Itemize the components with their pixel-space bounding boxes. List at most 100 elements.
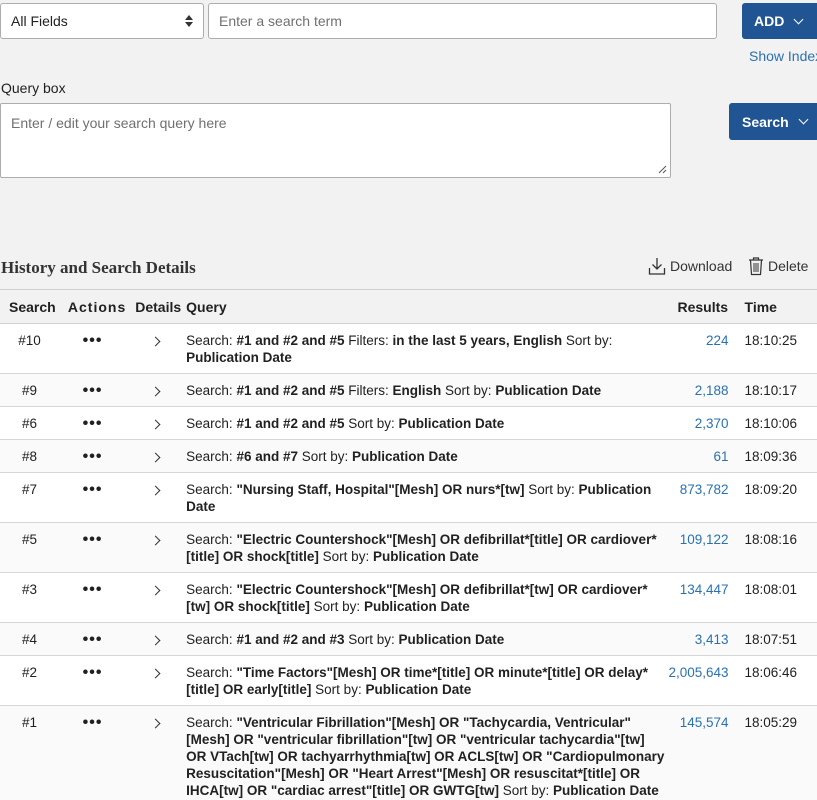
- actions-menu-button[interactable]: •••: [58, 622, 127, 656]
- add-button[interactable]: ADD: [742, 3, 817, 39]
- results-link[interactable]: 873,782: [680, 482, 729, 497]
- actions-menu-button[interactable]: •••: [58, 572, 127, 623]
- more-dots-icon: •••: [82, 581, 103, 598]
- results-link[interactable]: 2,188: [695, 383, 729, 398]
- query-box-input[interactable]: [0, 103, 671, 178]
- table-row: #4 ••• Search: #1 and #2 and #3 Sort by: P…: [0, 622, 817, 656]
- details-toggle[interactable]: [126, 522, 185, 573]
- actions-menu-button[interactable]: •••: [58, 472, 127, 523]
- details-toggle[interactable]: [126, 472, 185, 523]
- column-header-time: Time: [736, 289, 817, 324]
- details-toggle[interactable]: [126, 439, 185, 473]
- download-button[interactable]: Download: [648, 256, 732, 276]
- query-text: Search: #1 and #2 and #3 Sort by: Public…: [184, 622, 669, 656]
- more-dots-icon: •••: [82, 448, 103, 465]
- table-row: #7 ••• Search: "Nursing Staff, Hospital"[M…: [0, 472, 817, 523]
- history-table-header: Search Actions Details Query Results Tim…: [0, 289, 817, 324]
- search-time: 18:08:16: [736, 522, 817, 573]
- search-time: 18:09:20: [736, 472, 817, 523]
- results-link[interactable]: 2,005,643: [668, 665, 728, 680]
- field-select[interactable]: All Fields: [0, 3, 204, 39]
- details-toggle[interactable]: [126, 622, 185, 656]
- details-toggle[interactable]: [126, 323, 185, 374]
- table-row: #2 ••• Search: "Time Factors"[Mesh] OR tim…: [0, 655, 817, 706]
- column-header-query: Query: [184, 289, 669, 324]
- results-count: 3,413: [668, 622, 737, 656]
- chevron-right-icon: [150, 585, 161, 596]
- details-toggle[interactable]: [126, 572, 185, 623]
- more-dots-icon: •••: [82, 415, 103, 432]
- search-button-label: Search: [742, 113, 789, 130]
- search-time: 18:06:46: [736, 655, 817, 706]
- table-row: #9 ••• Search: #1 and #2 and #5 Filters: E…: [0, 373, 817, 407]
- column-header-search: Search: [0, 289, 59, 324]
- download-icon: [648, 258, 666, 275]
- details-toggle[interactable]: [126, 406, 185, 440]
- search-time: 18:07:51: [736, 622, 817, 656]
- results-link[interactable]: 224: [706, 333, 729, 348]
- results-count: 2,370: [668, 406, 737, 440]
- chevron-right-icon: [150, 668, 161, 679]
- results-count: 2,188: [668, 373, 737, 407]
- results-link[interactable]: 2,370: [695, 416, 729, 431]
- more-dots-icon: •••: [82, 631, 103, 648]
- show-index-link[interactable]: Show Index: [749, 48, 817, 64]
- results-link[interactable]: 109,122: [680, 532, 729, 547]
- column-header-actions: Actions: [58, 289, 127, 324]
- chevron-right-icon: [150, 336, 161, 347]
- actions-menu-button[interactable]: •••: [58, 522, 127, 573]
- results-count: 61: [668, 439, 737, 473]
- results-link[interactable]: 145,574: [680, 715, 729, 730]
- chevron-right-icon: [150, 718, 161, 729]
- actions-menu-button[interactable]: •••: [58, 439, 127, 473]
- delete-label: Delete: [768, 258, 809, 274]
- results-count: 2,005,643: [668, 655, 737, 706]
- actions-menu-button[interactable]: •••: [58, 323, 127, 374]
- chevron-down-icon[interactable]: [798, 114, 809, 125]
- history-table-body: #10 ••• Search: #1 and #2 and #5 Filters: …: [0, 323, 817, 800]
- table-row: #3 ••• Search: "Electric Countershock"[Mes…: [0, 572, 817, 623]
- chevron-right-icon: [150, 452, 161, 463]
- results-link[interactable]: 134,447: [680, 582, 729, 597]
- chevron-right-icon: [150, 419, 161, 430]
- search-number: #7: [0, 472, 59, 523]
- results-link[interactable]: 61: [713, 449, 728, 464]
- details-toggle[interactable]: [126, 705, 185, 800]
- details-toggle[interactable]: [126, 655, 185, 706]
- search-time: 18:10:17: [736, 373, 817, 407]
- query-box-label: Query box: [1, 80, 66, 96]
- results-link[interactable]: 3,413: [695, 632, 729, 647]
- more-dots-icon: •••: [82, 714, 103, 731]
- results-count: 873,782: [668, 472, 737, 523]
- actions-menu-button[interactable]: •••: [58, 373, 127, 407]
- search-number: #4: [0, 622, 59, 656]
- search-number: #6: [0, 406, 59, 440]
- search-term-input[interactable]: [208, 3, 717, 39]
- search-time: 18:10:25: [736, 323, 817, 374]
- field-select-value: All Fields: [11, 13, 68, 29]
- actions-menu-button[interactable]: •••: [58, 705, 127, 800]
- details-toggle[interactable]: [126, 373, 185, 407]
- search-time: 18:10:06: [736, 406, 817, 440]
- search-number: #9: [0, 373, 59, 407]
- download-label: Download: [670, 258, 733, 274]
- results-count: 109,122: [668, 522, 737, 573]
- actions-menu-button[interactable]: •••: [58, 655, 127, 706]
- history-table: Search Actions Details Query Results Tim…: [0, 289, 817, 800]
- query-text: Search: "Electric Countershock"[Mesh] OR…: [184, 572, 669, 623]
- actions-menu-button[interactable]: •••: [58, 406, 127, 440]
- more-dots-icon: •••: [82, 664, 103, 681]
- table-row: #5 ••• Search: "Electric Countershock"[Mes…: [0, 522, 817, 573]
- search-button[interactable]: Search: [729, 103, 817, 140]
- column-header-details: Details: [126, 289, 185, 324]
- search-number: #2: [0, 655, 59, 706]
- search-number: #10: [0, 323, 59, 374]
- chevron-right-icon: [150, 386, 161, 397]
- chevron-down-icon[interactable]: [793, 14, 804, 24]
- resize-grip-icon[interactable]: [657, 164, 667, 174]
- table-row: #1 ••• Search: "Ventricular Fibrillation"[…: [0, 705, 817, 800]
- delete-button[interactable]: Delete: [748, 256, 808, 276]
- more-dots-icon: •••: [82, 332, 103, 349]
- results-count: 224: [668, 323, 737, 374]
- search-number: #3: [0, 572, 59, 623]
